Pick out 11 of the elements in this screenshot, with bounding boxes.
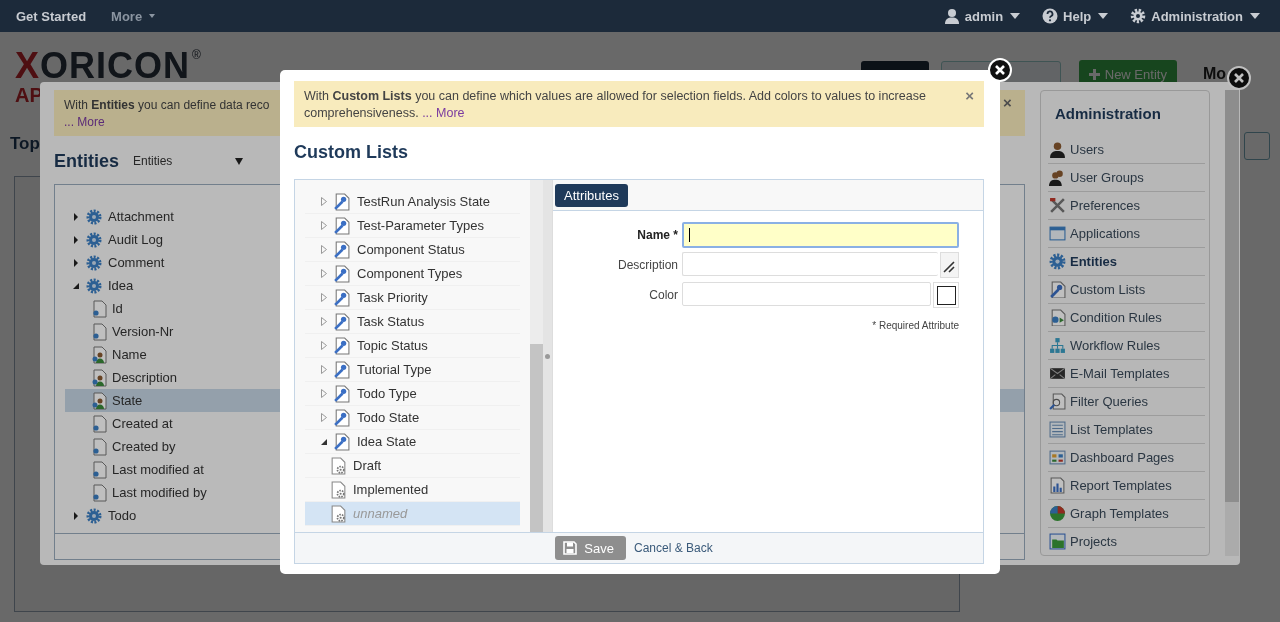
logo-text: XORICON [15, 48, 190, 84]
page-heading: Top [10, 134, 40, 154]
dialog-title: Entities [54, 150, 119, 172]
dialog-title: Custom Lists [294, 141, 409, 163]
field-label: Description [616, 258, 678, 272]
field-label: Color [648, 288, 678, 302]
info-text: With Custom Lists you can define which values are allowed for selection fields. Add colors to values to increase comprehensiveness. ... More [304, 88, 927, 122]
registered-mark: ® [192, 48, 201, 62]
required-note: * Required Attribute [871, 320, 959, 331]
panel-title: Administration [1055, 105, 1162, 122]
field-label: Name * [636, 228, 678, 242]
